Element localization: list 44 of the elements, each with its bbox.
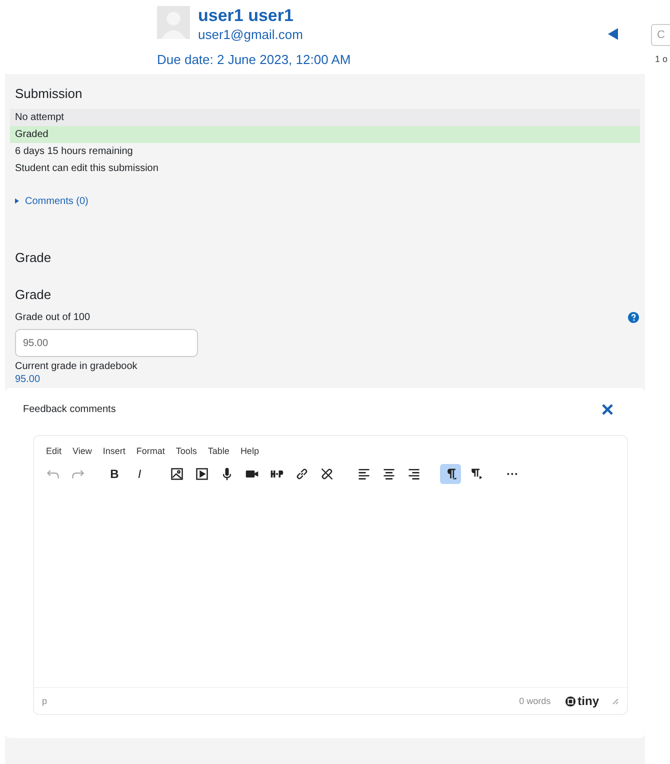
link-icon	[294, 467, 308, 481]
resize-handle-icon[interactable]	[611, 697, 619, 705]
menu-item[interactable]: Tools	[176, 446, 197, 456]
ltr-button[interactable]	[440, 464, 461, 484]
user-email-link[interactable]: user1@gmail.com	[198, 27, 303, 42]
toolbar-button[interactable]: I	[129, 464, 150, 484]
user-name-link[interactable]: user1 user1	[198, 6, 303, 26]
submission-status-row: Graded	[10, 126, 640, 143]
comments-toggle[interactable]: Comments (0)	[15, 196, 88, 207]
tiny-logo[interactable]: tiny	[564, 694, 599, 708]
user-counter: 1 o	[655, 54, 668, 64]
image-icon	[170, 467, 184, 481]
previous-icon[interactable]	[608, 28, 618, 40]
avatar-icon	[157, 6, 190, 39]
due-date: Due date: 2 June 2023, 12:00 AM	[157, 52, 351, 67]
caret-icon	[15, 198, 19, 204]
submission-status-text: Student can edit this submission	[14, 162, 160, 176]
align-left-icon	[356, 467, 370, 481]
submission-status-text: 6 days 15 hours remaining	[14, 145, 134, 159]
rtl-icon	[468, 467, 482, 481]
menu-item[interactable]: Format	[136, 446, 165, 456]
menu-item[interactable]: Help	[240, 446, 259, 456]
toolbar-button[interactable]: B	[104, 464, 125, 484]
current-grade-link[interactable]: 95.00	[15, 374, 645, 385]
unlink-icon	[320, 467, 334, 481]
grade-heading: Grade	[15, 287, 52, 302]
menu-item[interactable]: View	[72, 446, 92, 456]
word-count[interactable]: 0 words	[519, 696, 551, 706]
submission-heading: Submission	[15, 86, 84, 101]
align-center-icon	[382, 467, 396, 481]
menu-item[interactable]: Edit	[46, 446, 62, 456]
help-icon[interactable]	[628, 312, 639, 323]
grade-section-heading: Grade	[15, 250, 52, 265]
feedback-title: Feedback comments	[23, 404, 116, 415]
submission-status-row: No attempt	[10, 109, 640, 126]
current-grade-label: Current grade in gradebook	[15, 361, 138, 372]
align-right-icon	[406, 467, 420, 481]
menu-item[interactable]: Insert	[102, 446, 126, 456]
toolbar-button[interactable]: ···	[502, 464, 523, 484]
element-path[interactable]: p	[42, 696, 520, 706]
grade-input-field[interactable]: 95.00	[15, 329, 198, 357]
media-icon	[194, 467, 208, 481]
menu-item[interactable]: Table	[208, 446, 230, 456]
grade-label: Grade out of 100	[15, 312, 90, 323]
